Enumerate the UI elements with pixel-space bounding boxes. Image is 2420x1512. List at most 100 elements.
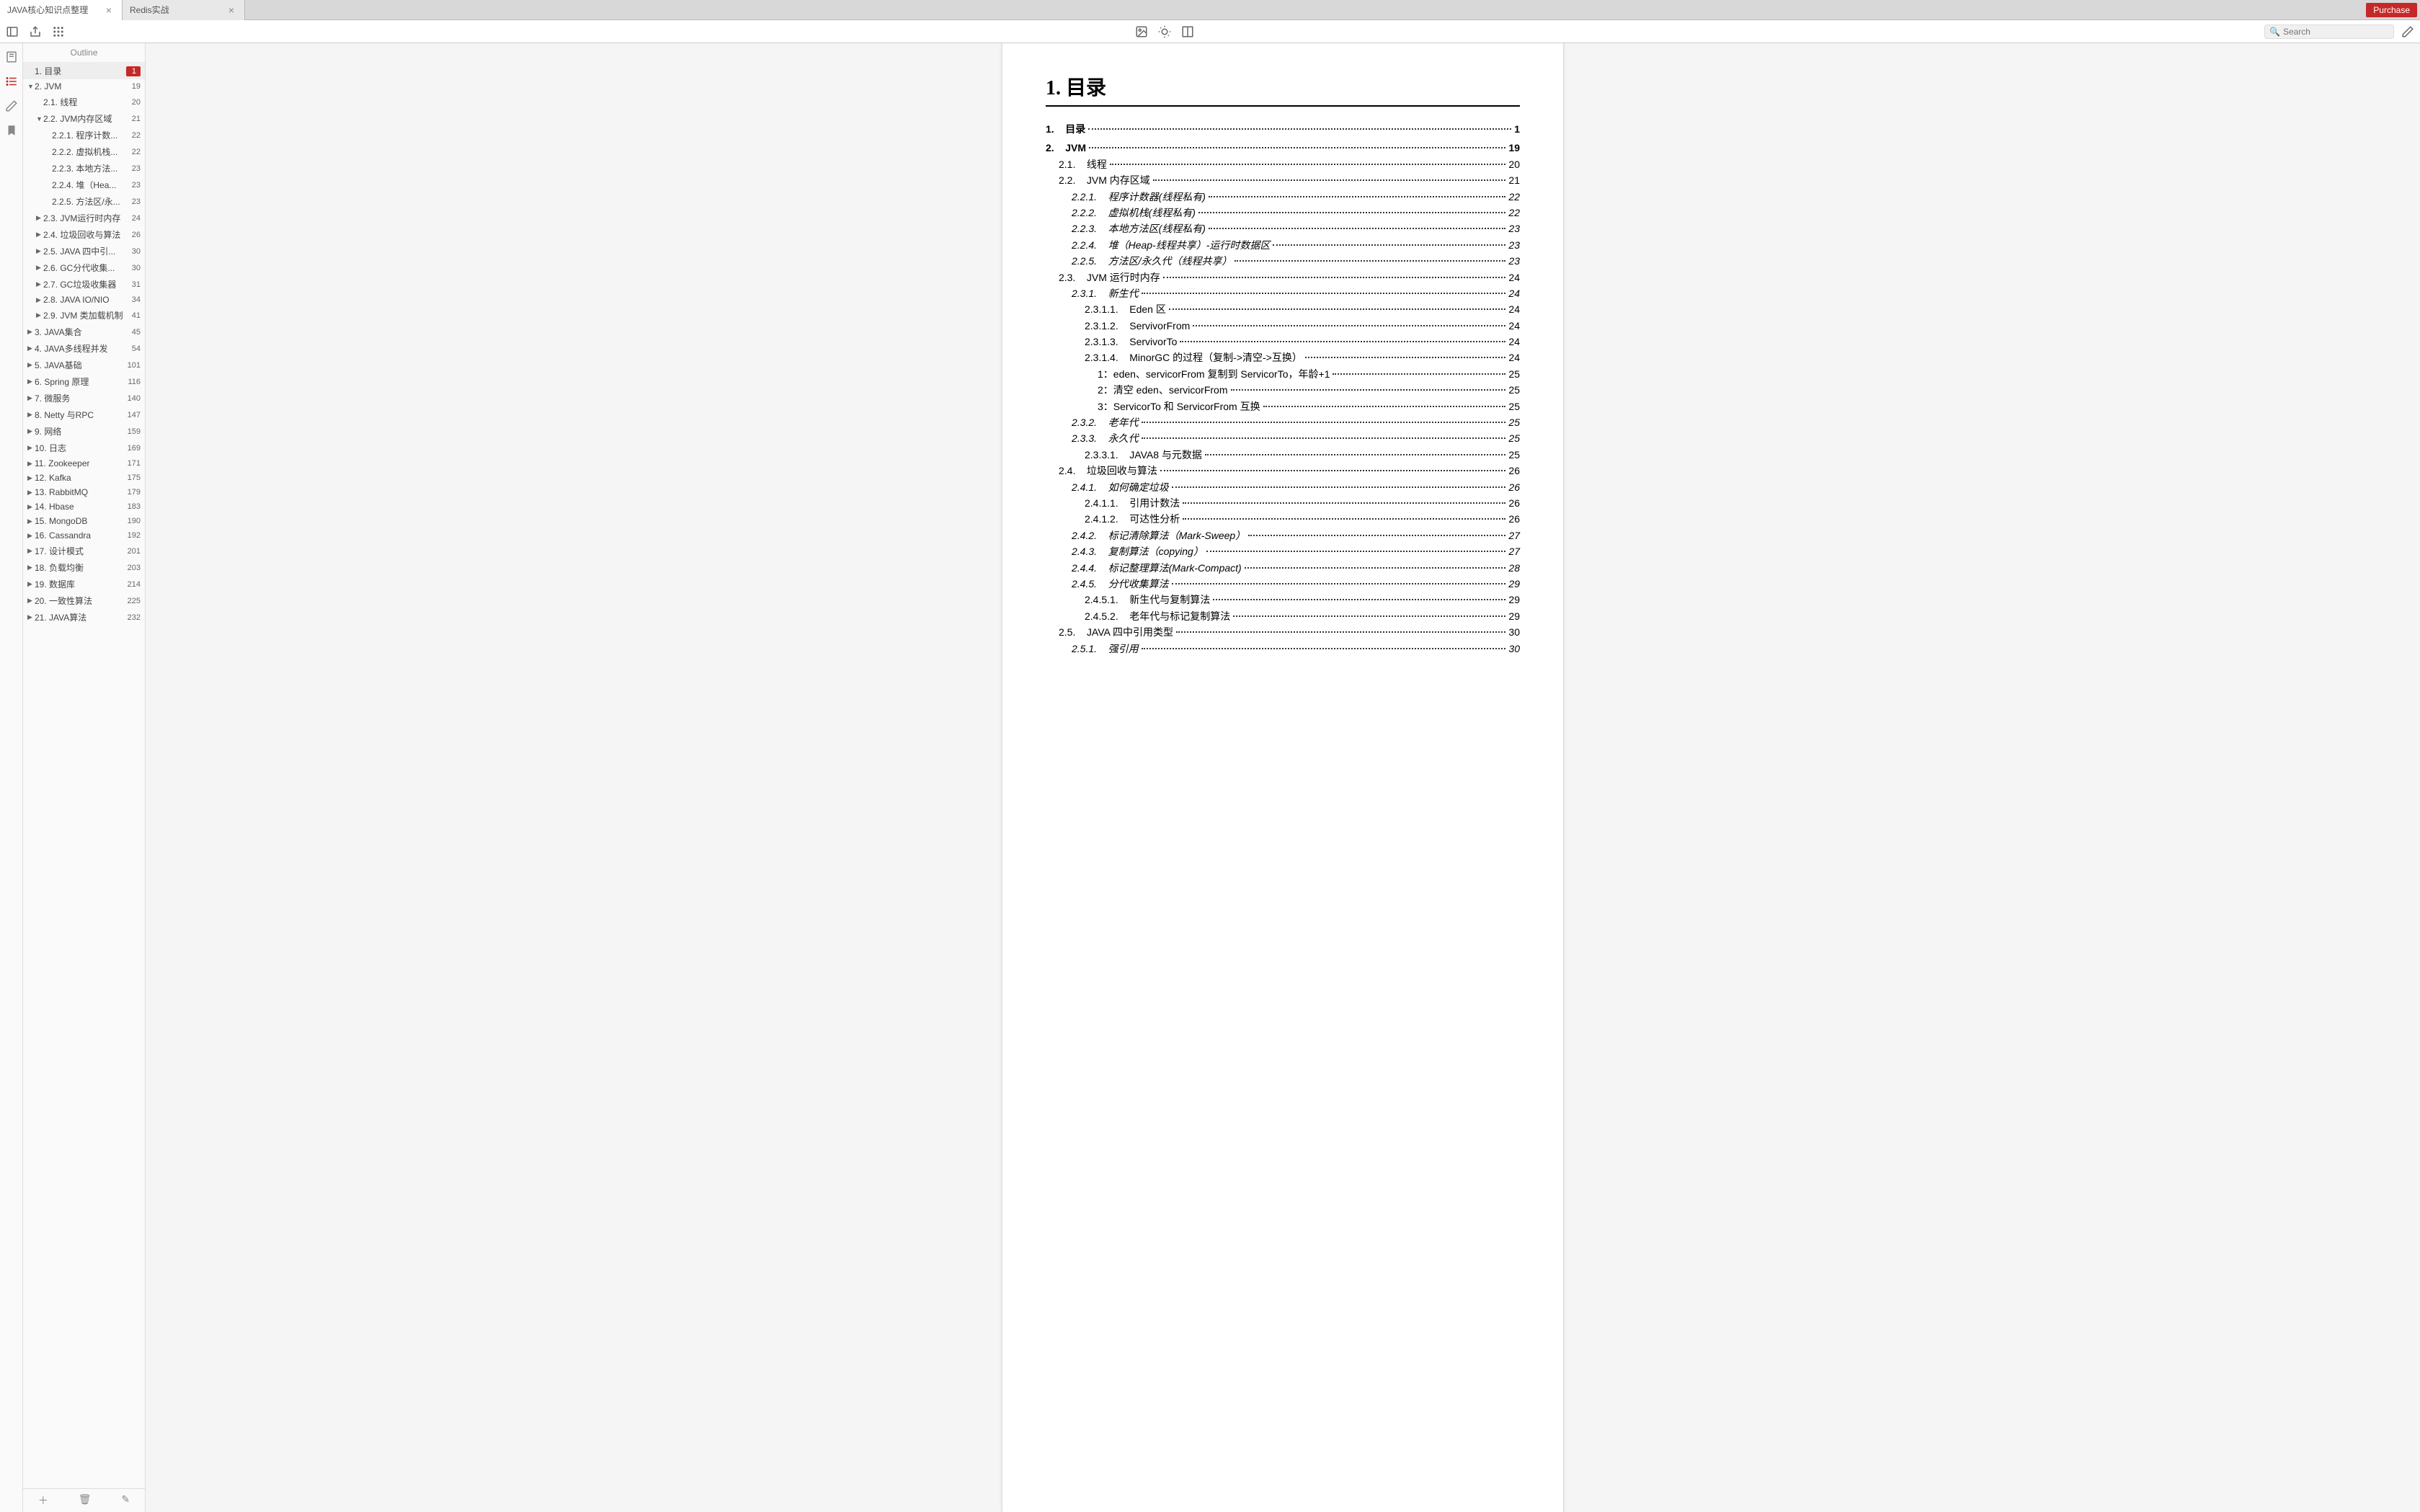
expand-arrow-icon[interactable]: ▶ [36,311,43,319]
outline-item[interactable]: ▶19. 数据库214 [23,576,145,592]
outline-item[interactable]: 2.2.4. 堆（Hea...23 [23,177,145,193]
toc-entry[interactable]: 2.2.2. 虚拟机栈(线程私有) 22 [1046,205,1520,221]
toc-entry[interactable]: 2.2.3. 本地方法区(线程私有) 23 [1046,221,1520,236]
toc-entry[interactable]: 2.5. JAVA 四中引用类型 30 [1046,624,1520,640]
toc-entry[interactable]: 2.3. JVM 运行时内存 24 [1046,270,1520,285]
expand-arrow-icon[interactable]: ▶ [36,280,43,288]
outline-item[interactable]: ▶2.3. JVM运行时内存24 [23,210,145,226]
expand-arrow-icon[interactable]: ▶ [27,532,35,540]
outline-item[interactable]: ▶2.6. GC分代收集...30 [23,259,145,276]
expand-arrow-icon[interactable]: ▶ [27,613,35,621]
expand-arrow-icon[interactable]: ▶ [27,460,35,468]
expand-arrow-icon[interactable]: ▶ [27,517,35,525]
outline-item[interactable]: ▶2.9. JVM 类加载机制41 [23,307,145,324]
expand-arrow-icon[interactable]: ▶ [27,427,35,435]
outline-item[interactable]: ▶20. 一致性算法225 [23,592,145,609]
expand-arrow-icon[interactable]: ▶ [36,296,43,304]
expand-arrow-icon[interactable]: ▶ [27,361,35,369]
outline-item[interactable]: ▶10. 日志169 [23,440,145,456]
delete-outline-icon[interactable]: 🗑 [79,1493,92,1508]
image-tool-icon[interactable] [1135,25,1148,38]
toc-entry[interactable]: 2.3.3. 永久代 25 [1046,430,1520,446]
toc-entry[interactable]: 2.5.1. 强引用 30 [1046,641,1520,657]
outline-item[interactable]: 2.2.1. 程序计数...22 [23,127,145,143]
expand-arrow-icon[interactable]: ▶ [27,489,35,497]
bookmark-icon[interactable] [5,124,18,137]
toc-entry[interactable]: 2.3.1.1. Eden 区 24 [1046,301,1520,317]
outline-item[interactable]: ▶17. 设计模式201 [23,543,145,559]
outline-item[interactable]: ▶12. Kafka175 [23,471,145,485]
toc-entry[interactable]: 1：eden、servicorFrom 复制到 ServicorTo，年龄+1 … [1046,366,1520,382]
toc-entry[interactable]: 2.4.1.1. 引用计数法 26 [1046,495,1520,511]
toc-entry[interactable]: 2.4.5.2. 老年代与标记复制算法 29 [1046,608,1520,624]
toc-entry[interactable]: 2.4.5. 分代收集算法 29 [1046,576,1520,592]
toc-entry[interactable]: 2.3.1. 新生代 24 [1046,285,1520,301]
toc-entry[interactable]: 2.4.4. 标记整理算法(Mark-Compact) 28 [1046,560,1520,576]
outline-item[interactable]: 2.2.2. 虚拟机栈...22 [23,143,145,160]
annotation-icon[interactable] [5,99,18,112]
toc-entry[interactable]: 2.4.1. 如何确定垃圾 26 [1046,479,1520,495]
outline-item[interactable]: 2.1. 线程20 [23,94,145,110]
outline-item[interactable]: ▶9. 网络159 [23,423,145,440]
outline-item[interactable]: ▶6. Spring 原理116 [23,373,145,390]
outline-item[interactable]: ▶2.4. 垃圾回收与算法26 [23,226,145,243]
expand-arrow-icon[interactable]: ▶ [27,547,35,555]
outline-list[interactable]: 1. 目录1▼2. JVM192.1. 线程20▼2.2. JVM内存区域212… [23,63,145,1488]
add-outline-icon[interactable]: ＋ [38,1493,48,1508]
edit-icon[interactable] [2401,25,2414,38]
appearance-icon[interactable] [1158,25,1171,38]
toc-entry[interactable]: 2.2.5. 方法区/永久代（线程共享） 23 [1046,253,1520,269]
expand-arrow-icon[interactable]: ▼ [36,115,43,123]
thumbnails-icon[interactable] [5,50,18,63]
toc-entry[interactable]: 2.3.1.2. ServivorFrom 24 [1046,318,1520,334]
toc-entry[interactable]: 2.3.1.4. MinorGC 的过程（复制->清空->互换） 24 [1046,350,1520,365]
toc-entry[interactable]: 2.4.5.1. 新生代与复制算法 29 [1046,592,1520,608]
outline-item[interactable]: 2.2.5. 方法区/永...23 [23,193,145,210]
outline-icon[interactable] [5,75,18,88]
outline-item[interactable]: ▶2.8. JAVA IO/NIO34 [23,293,145,307]
outline-item[interactable]: 1. 目录1 [23,63,145,79]
outline-item[interactable]: ▶21. JAVA算法232 [23,609,145,626]
search-box[interactable]: 🔍 [2264,25,2394,39]
toc-entry[interactable]: 2.1. 线程 20 [1046,156,1520,172]
outline-item[interactable]: ▶11. Zookeeper171 [23,456,145,471]
expand-arrow-icon[interactable]: ▶ [27,444,35,452]
expand-arrow-icon[interactable]: ▶ [27,394,35,402]
toc-entry[interactable]: 1. 目录 1 [1046,121,1520,137]
close-icon[interactable]: × [103,4,115,16]
outline-item[interactable]: 2.2.3. 本地方法...23 [23,160,145,177]
outline-item[interactable]: ▶4. JAVA多线程并发54 [23,340,145,357]
expand-arrow-icon[interactable]: ▶ [27,378,35,386]
expand-arrow-icon[interactable]: ▶ [27,597,35,605]
outline-item[interactable]: ▶3. JAVA集合45 [23,324,145,340]
close-icon[interactable]: × [226,4,237,16]
expand-arrow-icon[interactable]: ▶ [36,264,43,272]
outline-item[interactable]: ▼2.2. JVM内存区域21 [23,110,145,127]
toc-entry[interactable]: 2.4. 垃圾回收与算法 26 [1046,463,1520,479]
outline-item[interactable]: ▶5. JAVA基础101 [23,357,145,373]
toc-entry[interactable]: 3：ServicorTo 和 ServicorFrom 互换 25 [1046,399,1520,414]
grid-icon[interactable] [52,25,65,38]
content-area[interactable]: 1. 目录 1. 目录 12. JVM 192.1. 线程 202.2. JVM… [146,43,2420,1512]
outline-item[interactable]: ▶18. 负载均衡203 [23,559,145,576]
expand-arrow-icon[interactable]: ▼ [27,83,35,90]
purchase-button[interactable]: Purchase [2366,3,2417,17]
toc-entry[interactable]: 2.4.1.2. 可达性分析 26 [1046,511,1520,527]
outline-item[interactable]: ▶16. Cassandra192 [23,528,145,543]
toc-entry[interactable]: 2.3.1.3. ServivorTo 24 [1046,334,1520,350]
expand-arrow-icon[interactable]: ▶ [36,214,43,222]
share-icon[interactable] [29,25,42,38]
expand-arrow-icon[interactable]: ▶ [27,474,35,482]
expand-arrow-icon[interactable]: ▶ [36,247,43,255]
search-input[interactable] [2283,27,2395,37]
outline-item[interactable]: ▶13. RabbitMQ179 [23,485,145,499]
expand-arrow-icon[interactable]: ▶ [27,344,35,352]
outline-item[interactable]: ▶8. Netty 与RPC147 [23,406,145,423]
toc-entry[interactable]: 2.4.3. 复制算法（copying） 27 [1046,543,1520,559]
toc-entry[interactable]: 2.2.1. 程序计数器(线程私有) 22 [1046,189,1520,205]
outline-item[interactable]: ▼2. JVM19 [23,79,145,94]
expand-arrow-icon[interactable]: ▶ [27,411,35,419]
toc-entry[interactable]: 2.3.3.1. JAVA8 与元数据 25 [1046,447,1520,463]
expand-arrow-icon[interactable]: ▶ [27,564,35,572]
edit-outline-icon[interactable]: ✎ [121,1493,130,1508]
